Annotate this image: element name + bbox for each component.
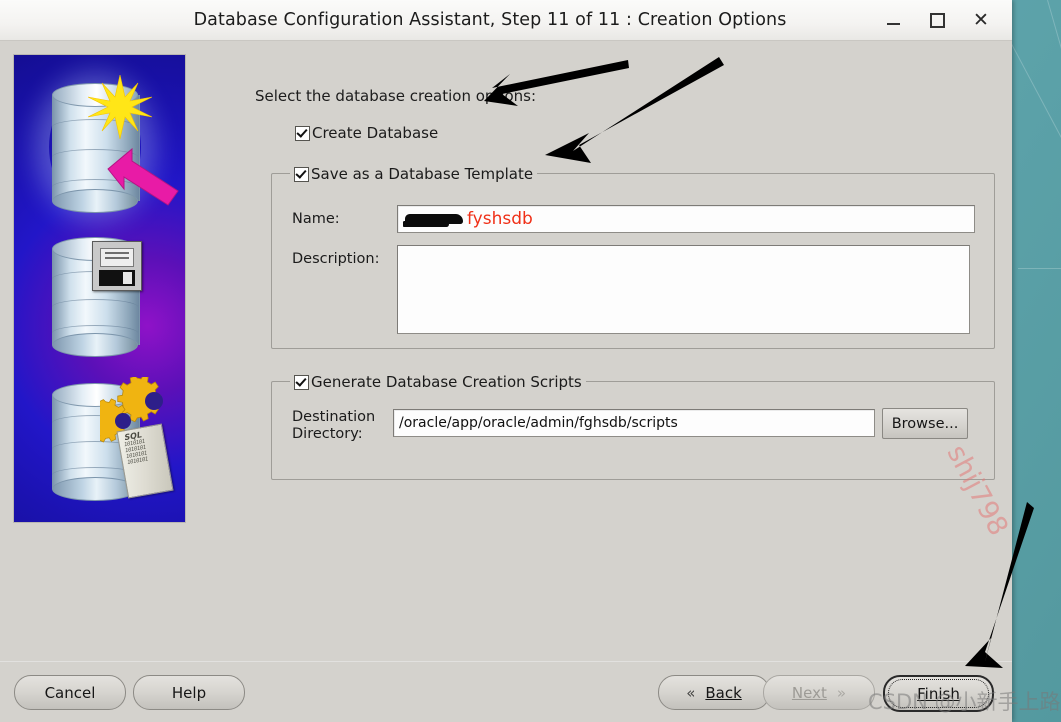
destination-directory-label: Destination Directory: xyxy=(292,409,375,443)
destination-directory-label-line2: Directory: xyxy=(292,426,363,442)
browse-button[interactable]: Browse... xyxy=(882,408,968,439)
maximize-icon[interactable] xyxy=(928,11,946,29)
chevron-left-icon: « xyxy=(686,683,696,702)
next-button[interactable]: Next » xyxy=(763,675,875,710)
magenta-arrow-icon xyxy=(107,147,179,206)
star-burst-icon xyxy=(88,75,152,139)
close-icon[interactable]: ✕ xyxy=(972,10,990,29)
destination-directory-label-line1: Destination xyxy=(292,409,376,425)
save-template-legend[interactable]: Save as a Database Template xyxy=(290,165,538,183)
window-content: SQL 1010101 1010101 1010101 1010101 Sele… xyxy=(0,41,1012,663)
chevron-right-icon: » xyxy=(836,683,847,702)
template-name-input[interactable]: fyshsdb xyxy=(397,205,975,233)
focus-ring xyxy=(888,679,989,708)
intro-text: Select the database creation options: xyxy=(255,87,537,105)
window-controls: ✕ xyxy=(884,10,1012,29)
back-button[interactable]: « Back xyxy=(658,675,770,710)
template-name-value: fyshsdb xyxy=(467,209,533,229)
back-button-label: Back xyxy=(705,683,742,702)
next-button-label: Next xyxy=(791,683,827,702)
minimize-icon[interactable] xyxy=(884,11,902,29)
save-template-checkbox[interactable] xyxy=(294,166,309,182)
desktop-decoration-line xyxy=(1047,0,1061,289)
dialog-button-bar: Cancel Help « Back Next » Finish xyxy=(0,661,1012,722)
dbca-window: Database Configuration Assistant, Step 1… xyxy=(0,0,1012,722)
cancel-button[interactable]: Cancel xyxy=(14,675,126,710)
create-database-checkbox[interactable] xyxy=(295,125,310,141)
template-name-label: Name: xyxy=(292,211,340,227)
generate-scripts-legend[interactable]: Generate Database Creation Scripts xyxy=(290,373,586,391)
finish-button[interactable]: Finish xyxy=(883,675,994,712)
illustration-panel: SQL 1010101 1010101 1010101 1010101 xyxy=(13,54,186,523)
save-template-group: Save as a Database Template Name: fyshsd… xyxy=(271,165,995,349)
destination-directory-input[interactable]: /oracle/app/oracle/admin/fghsdb/scripts xyxy=(393,409,875,437)
destination-directory-value: /oracle/app/oracle/admin/fghsdb/scripts xyxy=(399,415,678,431)
template-description-label: Description: xyxy=(292,251,380,267)
help-button[interactable]: Help xyxy=(133,675,245,710)
window-titlebar: Database Configuration Assistant, Step 1… xyxy=(0,0,1012,41)
generate-scripts-checkbox[interactable] xyxy=(294,374,309,390)
redaction-mark xyxy=(403,211,465,228)
window-title: Database Configuration Assistant, Step 1… xyxy=(193,10,787,30)
desktop-decoration-line xyxy=(1018,268,1061,269)
floppy-disk-icon xyxy=(92,241,142,291)
generate-scripts-group: Generate Database Creation Scripts Desti… xyxy=(271,373,995,480)
create-database-checkbox-row[interactable]: Create Database xyxy=(295,124,438,142)
create-database-label: Create Database xyxy=(312,124,439,142)
save-template-label: Save as a Database Template xyxy=(311,165,534,183)
generate-scripts-label: Generate Database Creation Scripts xyxy=(311,373,582,391)
desktop-decoration-line xyxy=(1009,40,1061,412)
template-description-input[interactable] xyxy=(397,245,970,334)
